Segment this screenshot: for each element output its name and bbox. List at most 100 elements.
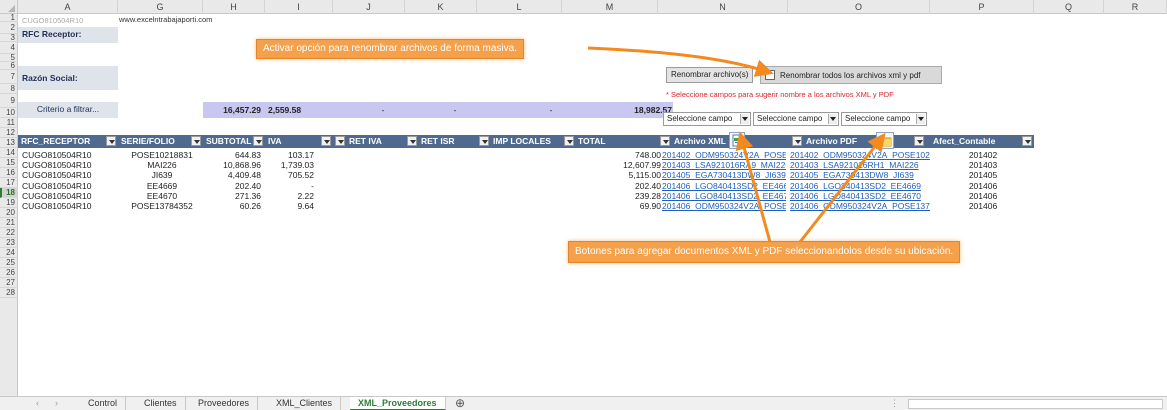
column-header-i[interactable]: I — [265, 0, 333, 14]
tab-scroll-left-icon[interactable]: ‹ — [36, 397, 39, 410]
cell-xml-link[interactable]: 201402_ODM950324V2A_POSE10218831 — [662, 150, 786, 160]
header-imp-locales[interactable]: IMP LOCALES — [477, 135, 562, 148]
cell-iva[interactable]: 103.17 — [270, 150, 314, 160]
cell-pdf-link[interactable]: 201406_LGO840413SD2_EE4670 — [790, 191, 930, 201]
cell-subtotal[interactable]: 644.83 — [203, 150, 261, 160]
add-pdf-button[interactable] — [876, 132, 894, 149]
cell-total[interactable]: 69.90 — [593, 201, 661, 211]
column-header-q[interactable]: Q — [1034, 0, 1104, 14]
add-sheet-icon[interactable]: ⊕ — [455, 397, 465, 410]
row-header-24[interactable]: 24 — [0, 248, 18, 258]
cell-afect[interactable]: 201406 — [948, 201, 1018, 211]
row-header-3[interactable]: 3 — [0, 34, 18, 42]
rename-all-checkbox[interactable] — [765, 70, 775, 80]
column-header-g[interactable]: G — [118, 0, 203, 14]
header-serie-folio[interactable]: SERIE/FOLIO — [118, 135, 203, 148]
add-xml-button[interactable] — [729, 132, 745, 149]
cell-g1[interactable]: www.excelntrabajaporti.com — [119, 15, 212, 24]
cell-rfc[interactable]: CUGO810504R10 — [22, 170, 118, 180]
row-header-28[interactable]: 28 — [0, 288, 18, 298]
cell-afect[interactable]: 201406 — [948, 191, 1018, 201]
filter-dropdown-icon[interactable] — [564, 136, 574, 146]
column-header-m[interactable]: M — [562, 0, 658, 14]
row-header-21[interactable]: 21 — [0, 218, 18, 228]
row-header-26[interactable]: 26 — [0, 268, 18, 278]
cell-afect[interactable]: 201402 — [948, 150, 1018, 160]
column-header-j[interactable]: J — [333, 0, 405, 14]
cell-subtotal[interactable]: 60.26 — [203, 201, 261, 211]
filter-dropdown-icon[interactable] — [106, 136, 116, 146]
column-header-r[interactable]: R — [1104, 0, 1167, 14]
header-ret-isr[interactable]: RET ISR — [405, 135, 477, 148]
cell-serie[interactable]: MAI226 — [122, 160, 202, 170]
row-header-20[interactable]: 20 — [0, 208, 18, 218]
cell-xml-link[interactable]: 201405_EGA730413DW8_JI639.xml — [662, 170, 786, 180]
row-header-12[interactable]: 12 — [0, 128, 18, 138]
cell-rfc[interactable]: CUGO810504R10 — [22, 191, 118, 201]
cell-serie[interactable]: JI639 — [122, 170, 202, 180]
filter-dropdown-icon[interactable] — [914, 136, 924, 146]
sheet-tab-clientes[interactable]: Clientes — [136, 397, 186, 410]
column-header-n[interactable]: N — [658, 0, 788, 14]
cell-pdf-link[interactable]: 201402_ODM950324V2A_POSE10218831 — [790, 150, 930, 160]
cell-pdf-link[interactable]: 201406_LGO840413SD2_EE4669 — [790, 181, 930, 191]
row-header-7[interactable]: 7 — [0, 70, 18, 84]
row-header-8[interactable]: 8 — [0, 84, 18, 94]
row-header-27[interactable]: 27 — [0, 278, 18, 288]
chevron-down-icon[interactable] — [740, 114, 749, 124]
cell-a1[interactable]: CUGO810504R10 — [22, 16, 83, 25]
column-header-k[interactable]: K — [405, 0, 477, 14]
cell-total[interactable]: 12,607.99 — [593, 160, 661, 170]
cell-rfc[interactable]: CUGO810504R10 — [22, 181, 118, 191]
row-header-23[interactable]: 23 — [0, 238, 18, 248]
cell-afect[interactable]: 201405 — [948, 170, 1018, 180]
column-header-p[interactable]: P — [930, 0, 1034, 14]
chevron-down-icon[interactable] — [916, 114, 925, 124]
rename-all-option[interactable]: Renombrar todos los archivos xml y pdf — [760, 66, 942, 84]
filter-dropdown-icon[interactable] — [792, 136, 802, 146]
cell-total[interactable]: 5,115.00 — [593, 170, 661, 180]
header-archivo-xml[interactable]: Archivo XML — [658, 135, 788, 148]
tab-scroll-right-icon[interactable]: › — [55, 397, 58, 410]
cell-rfc[interactable]: CUGO810504R10 — [22, 201, 118, 211]
select-all-corner[interactable] — [0, 0, 18, 14]
row-header-2[interactable]: 2 — [0, 22, 18, 34]
cell-iva[interactable]: 1,739.03 — [270, 160, 314, 170]
cell-grid[interactable]: CUGO810504R10 www.excelntrabajaporti.com… — [18, 14, 1167, 396]
cell-subtotal[interactable]: 271.36 — [203, 191, 261, 201]
cell-afect[interactable]: 201403 — [948, 160, 1018, 170]
header-total[interactable]: TOTAL — [562, 135, 658, 148]
row-header-18[interactable]: 18 — [0, 188, 18, 198]
cell-xml-link[interactable]: 201406_LGO840413SD2_EE4669.xml — [662, 181, 786, 191]
cell-subtotal[interactable]: 4,409.48 — [203, 170, 261, 180]
sheet-tab-xml-proveedores[interactable]: XML_Proveedores — [350, 397, 446, 410]
cell-iva[interactable]: - — [270, 181, 314, 191]
cell-total[interactable]: 748.00 — [593, 150, 661, 160]
row-header-25[interactable]: 25 — [0, 258, 18, 268]
filter-dropdown-icon[interactable] — [407, 136, 417, 146]
filter-dropdown-icon[interactable] — [191, 136, 201, 146]
row-header-5[interactable]: 5 — [0, 54, 18, 62]
row-header-17[interactable]: 17 — [0, 178, 18, 188]
split-handle-icon[interactable]: ⋮ — [890, 397, 899, 410]
name-field-combo-3[interactable]: Seleccione campo — [841, 112, 927, 126]
row-header-22[interactable]: 22 — [0, 228, 18, 238]
cell-serie[interactable]: EE4669 — [122, 181, 202, 191]
filter-dropdown-icon[interactable] — [253, 136, 263, 146]
header-iva[interactable]: IVA — [265, 135, 333, 148]
spreadsheet[interactable]: A G H I J K L M N O P Q R 1 2 3 4 5 6 7 8 9 10 11 1… — [0, 0, 1167, 396]
cell-xml-link[interactable]: 201406_LGO840413SD2_EE4670.xml — [662, 191, 786, 201]
name-field-combo-1[interactable]: Seleccione campo — [663, 112, 751, 126]
cell-serie[interactable]: POSE13784352 — [122, 201, 202, 211]
filter-dropdown-icon[interactable] — [660, 136, 670, 146]
row-header-14[interactable]: 14 — [0, 148, 18, 158]
row-header-6[interactable]: 6 — [0, 62, 18, 70]
cell-afect[interactable]: 201406 — [948, 181, 1018, 191]
filter-dropdown-icon[interactable] — [479, 136, 489, 146]
cell-pdf-link[interactable]: 201405_EGA730413DW8_JI639 — [790, 170, 930, 180]
criterio-filter-label[interactable]: Criterio a filtrar... — [18, 102, 118, 118]
column-header-a[interactable]: A — [18, 0, 118, 14]
chevron-down-icon[interactable] — [828, 114, 837, 124]
column-header-o[interactable]: O — [788, 0, 930, 14]
cell-rfc[interactable]: CUGO810504R10 — [22, 150, 118, 160]
